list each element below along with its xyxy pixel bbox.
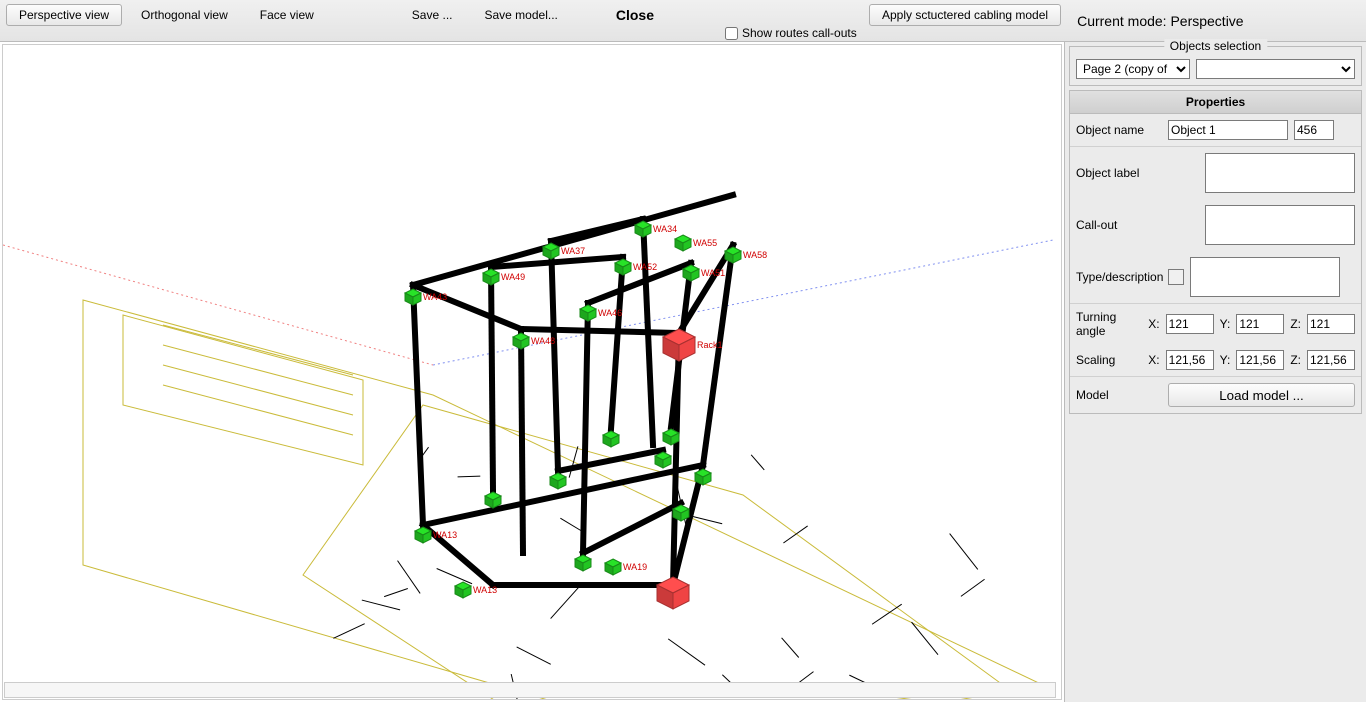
typedesc-toggle[interactable]	[1168, 269, 1184, 285]
callout-row: Call-out	[1070, 199, 1361, 251]
model-row: Model Load model ...	[1070, 377, 1361, 413]
typedesc-row: Type/description	[1070, 251, 1361, 303]
svg-text:WA46: WA46	[598, 308, 622, 318]
scaling-row: Scaling X: Y: Z:	[1070, 344, 1361, 376]
model-label: Model	[1076, 388, 1162, 402]
face-view-button[interactable]: Face view	[247, 4, 327, 26]
show-routes-checkbox-wrap: Show routes call-outs	[725, 26, 857, 40]
viewport-3d[interactable]: WA43 WA49 WA37 WA48 WA46 WA52 WA34 WA55 WA51 WA58…	[2, 44, 1062, 700]
svg-text:Rack1: Rack1	[697, 340, 723, 350]
right-panel: Objects selection Page 2 (copy of Pa Pro…	[1064, 42, 1366, 702]
turning-label: Turning angle	[1076, 310, 1142, 338]
object-name-row: Object name	[1070, 114, 1361, 146]
object-name-input[interactable]	[1168, 120, 1288, 140]
show-routes-label: Show routes call-outs	[742, 26, 857, 40]
object-label-label: Object label	[1076, 166, 1162, 180]
turning-x-input[interactable]	[1166, 314, 1214, 334]
apply-cabling-button[interactable]: Apply sctuctered cabling model	[869, 4, 1061, 26]
turning-y-label: Y:	[1220, 317, 1231, 331]
objects-selection-legend: Objects selection	[1164, 39, 1267, 53]
turning-x-label: X:	[1148, 317, 1159, 331]
save-model-button[interactable]: Save model...	[471, 4, 570, 26]
svg-text:WA13: WA13	[473, 585, 497, 595]
perspective-view-button[interactable]: Perspective view	[6, 4, 122, 26]
typedesc-label: Type/description	[1076, 270, 1162, 284]
scaling-label: Scaling	[1076, 353, 1142, 367]
svg-text:WA13: WA13	[433, 530, 457, 540]
show-routes-checkbox[interactable]	[725, 27, 738, 40]
objects-selection-fieldset: Objects selection Page 2 (copy of Pa	[1069, 46, 1362, 86]
status-bar	[4, 682, 1056, 698]
load-model-button[interactable]: Load model ...	[1168, 383, 1355, 407]
svg-text:WA34: WA34	[653, 224, 677, 234]
turning-y-input[interactable]	[1236, 314, 1284, 334]
svg-text:WA48: WA48	[531, 336, 555, 346]
close-button[interactable]: Close	[603, 4, 667, 26]
object-label-input[interactable]	[1205, 153, 1355, 193]
svg-text:WA51: WA51	[701, 268, 725, 278]
svg-text:WA37: WA37	[561, 246, 585, 256]
orthogonal-view-button[interactable]: Orthogonal view	[128, 4, 241, 26]
scaling-z-label: Z:	[1290, 353, 1301, 367]
svg-text:WA58: WA58	[743, 250, 767, 260]
current-mode-label: Current mode: Perspective	[1077, 13, 1244, 29]
callout-label: Call-out	[1076, 218, 1162, 232]
scaling-z-input[interactable]	[1307, 350, 1355, 370]
scaling-x-label: X:	[1148, 353, 1159, 367]
callout-input[interactable]	[1205, 205, 1355, 245]
svg-text:WA19: WA19	[623, 562, 647, 572]
svg-text:WA55: WA55	[693, 238, 717, 248]
turning-row: Turning angle X: Y: Z:	[1070, 304, 1361, 344]
scaling-y-label: Y:	[1220, 353, 1231, 367]
turning-z-label: Z:	[1290, 317, 1301, 331]
page-select[interactable]: Page 2 (copy of Pa	[1076, 59, 1190, 79]
turning-z-input[interactable]	[1307, 314, 1355, 334]
svg-text:WA49: WA49	[501, 272, 525, 282]
svg-text:WA43: WA43	[423, 292, 447, 302]
object-label-row: Object label	[1070, 147, 1361, 199]
scaling-x-input[interactable]	[1166, 350, 1214, 370]
properties-panel: Properties Object name Object label Call…	[1069, 90, 1362, 414]
object-name-label: Object name	[1076, 123, 1162, 137]
scaling-y-input[interactable]	[1236, 350, 1284, 370]
typedesc-input[interactable]	[1190, 257, 1340, 297]
toolbar: Perspective view Orthogonal view Face vi…	[0, 0, 1366, 42]
scene-svg: WA43 WA49 WA37 WA48 WA46 WA52 WA34 WA55 WA51 WA58…	[3, 45, 1059, 700]
object-select[interactable]	[1196, 59, 1355, 79]
save-button[interactable]: Save ...	[399, 4, 466, 26]
properties-header: Properties	[1070, 91, 1361, 114]
object-name-num-input[interactable]	[1294, 120, 1334, 140]
svg-text:WA52: WA52	[633, 262, 657, 272]
